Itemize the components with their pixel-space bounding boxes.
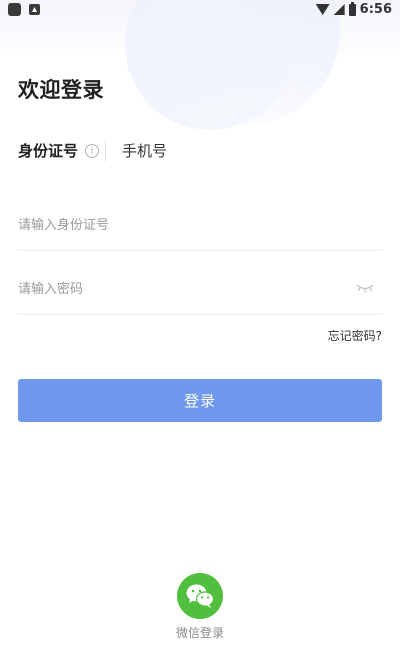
- forgot-password-link[interactable]: 忘记密码?: [328, 327, 382, 344]
- login-type-tabs: 身份证号 i 手机号: [18, 140, 167, 161]
- login-button[interactable]: 登录: [18, 379, 382, 422]
- tab-id-card[interactable]: 身份证号: [18, 140, 78, 161]
- battery-icon: [348, 1, 356, 16]
- notification-icon: [29, 4, 40, 15]
- info-icon[interactable]: i: [85, 143, 100, 158]
- wechat-login-label: 微信登录: [175, 626, 224, 640]
- password-field: [18, 264, 382, 315]
- signal-icon: [333, 4, 345, 15]
- eye-closed-icon[interactable]: [356, 282, 374, 294]
- id-card-field: [18, 200, 382, 251]
- wechat-login: 微信登录: [0, 573, 400, 641]
- wifi-icon: [315, 4, 330, 15]
- page-title: 欢迎登录: [18, 78, 104, 102]
- status-bar: 6:56: [0, 0, 400, 22]
- status-right: 6:56: [315, 1, 392, 17]
- wechat-logo-icon: [186, 584, 215, 608]
- password-input[interactable]: [18, 276, 338, 302]
- login-screen: 6:56 欢迎登录 身份证号 i 手机号 忘记密码? 登录: [0, 0, 400, 660]
- wechat-icon[interactable]: [177, 573, 223, 619]
- id-card-input[interactable]: [18, 212, 338, 238]
- status-left: [8, 3, 40, 16]
- app-icon: [8, 3, 21, 16]
- tab-phone[interactable]: 手机号: [122, 140, 167, 161]
- tab-divider: [105, 140, 107, 161]
- status-time: 6:56: [359, 2, 392, 17]
